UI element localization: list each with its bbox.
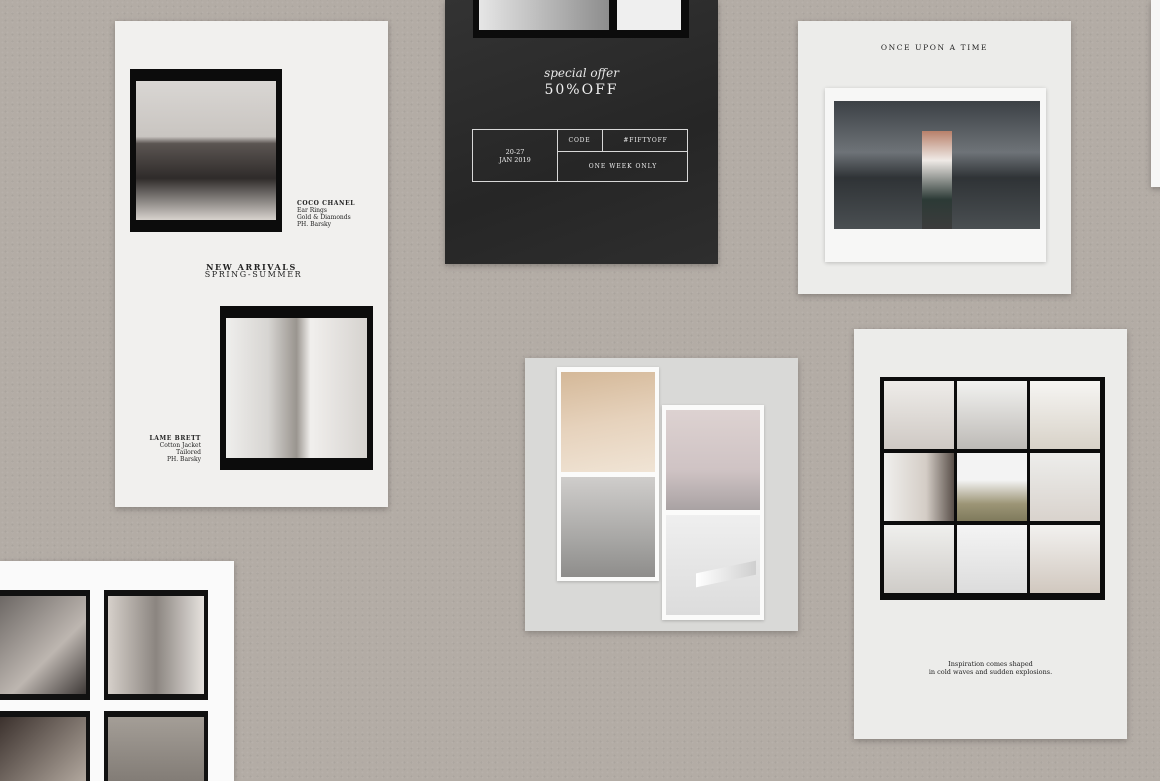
photo-offer-2 [617, 0, 681, 30]
contact-sheet-card[interactable]: Inspiration comes shaped in cold waves a… [854, 329, 1127, 739]
polaroid-frame [825, 88, 1046, 262]
photo-wing [666, 515, 760, 615]
film-strip-offer [473, 0, 689, 38]
offer-card[interactable]: special offer 50%OFF 20-27 JAN 2019 CODE… [445, 0, 718, 264]
film-frame-bottom [220, 306, 373, 470]
offer-table: 20-27 JAN 2019 CODE #FIFTYOFF ONE WEEK O… [472, 129, 688, 182]
offer-code-label: CODE [568, 137, 591, 144]
polaroid-card[interactable]: ONCE UPON A TIME [798, 21, 1071, 294]
photo-desert [561, 372, 655, 472]
photo-offer-1 [479, 0, 609, 30]
grid-photo-3 [1030, 381, 1100, 449]
grid-photo-4 [884, 453, 954, 521]
caption-bottom: LAME BRETT Cotton Jacket Tailored PH. Ba… [149, 435, 201, 463]
offer-duration: ONE WEEK ONLY [588, 163, 658, 170]
photo-man-window [136, 81, 276, 220]
offer-dates: 20-27 [505, 148, 525, 156]
offer-code-value: #FIFTYOFF [623, 137, 668, 144]
grid-quote-line-1: Inspiration comes shaped [948, 660, 1033, 668]
grid-quote-line-2: in cold waves and sudden explosions. [928, 668, 1053, 676]
story-card[interactable]: COCO CHANEL Ear Rings Gold & Diamonds PH… [115, 21, 388, 507]
filmstrip-card[interactable] [525, 358, 798, 631]
polaroid-title: ONCE UPON A TIME [880, 43, 989, 52]
frame-bag-1 [0, 590, 90, 700]
partial-grid-card[interactable] [0, 561, 234, 781]
offer-month: JAN 2019 [499, 156, 531, 164]
grid-photo-5 [957, 453, 1027, 521]
photo-sea [561, 477, 655, 577]
grid-photo-8 [957, 525, 1027, 593]
grid-photo-7 [884, 525, 954, 593]
photo-dusk [666, 410, 760, 510]
grid-photo-9 [1030, 525, 1100, 593]
photo-woman-columns [226, 318, 367, 458]
frame-bag-3 [0, 711, 90, 781]
contact-sheet [880, 377, 1105, 600]
caption-top: COCO CHANEL Ear Rings Gold & Diamonds PH… [297, 200, 356, 228]
filmstrip-right [662, 405, 764, 620]
filmstrip-left [557, 367, 659, 581]
story-subtitle: SPRING-SUMMER [204, 270, 303, 279]
grid-photo-1 [884, 381, 954, 449]
frame-bag-2 [104, 590, 208, 700]
photo-woman-doors [834, 101, 1040, 229]
grid-photo-2 [957, 381, 1027, 449]
frame-bag-4 [104, 711, 208, 781]
offer-headline: 50%OFF [544, 82, 619, 98]
grid-photo-6 [1030, 453, 1100, 521]
edge-card [1151, 0, 1160, 187]
offer-script: special offer [544, 66, 619, 80]
film-frame-top [130, 69, 282, 232]
